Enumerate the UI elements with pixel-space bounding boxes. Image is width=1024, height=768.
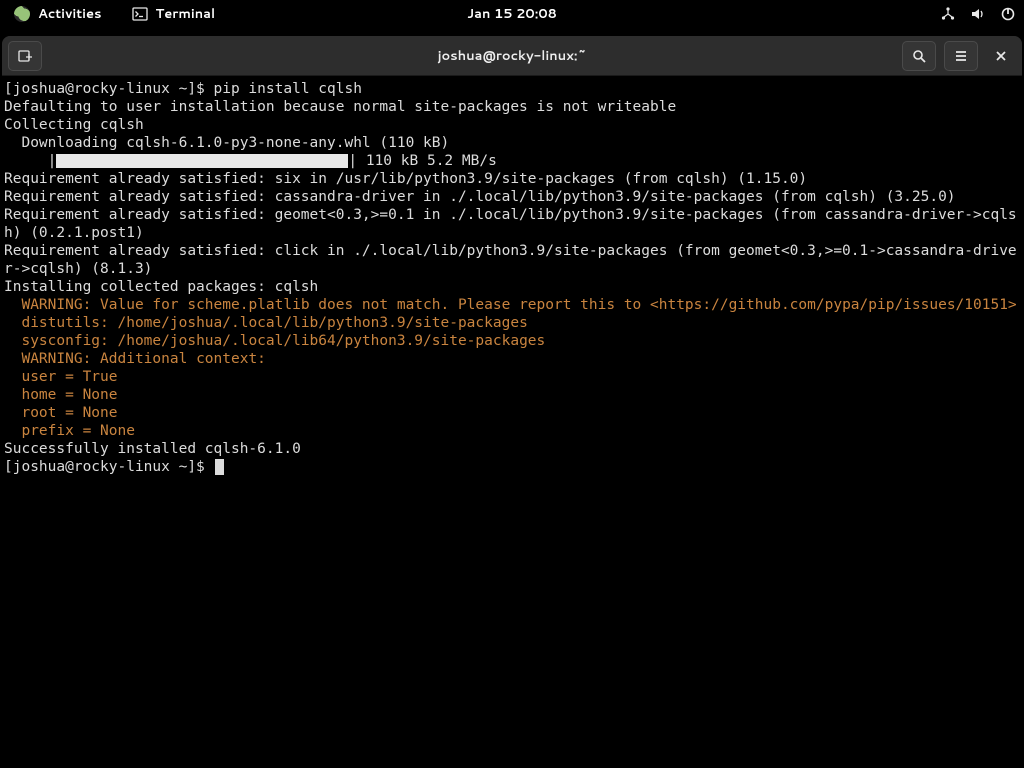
warning-line: home = None bbox=[4, 386, 1020, 404]
clock-button[interactable]: Jan 15 20:08 bbox=[467, 5, 557, 23]
search-button[interactable] bbox=[902, 41, 936, 71]
new-tab-icon bbox=[17, 48, 33, 64]
terminal-line: | | 110 kB 5.2 MB/s bbox=[4, 152, 1020, 170]
warning-line: user = True bbox=[4, 368, 1020, 386]
window-titlebar[interactable]: joshua@rocky-linux:~ bbox=[2, 36, 1022, 76]
new-tab-button[interactable] bbox=[8, 41, 42, 71]
terminal-line: Defaulting to user installation because … bbox=[4, 98, 1020, 116]
activities-label: Activities bbox=[38, 5, 102, 23]
activities-button[interactable]: Activities bbox=[8, 3, 108, 25]
terminal-window: joshua@rocky-linux:~ [joshua@rocky-linux… bbox=[2, 36, 1022, 768]
gnome-topbar: Activities Terminal Jan 15 20:08 bbox=[0, 0, 1024, 28]
terminal-line: Downloading cqlsh-6.1.0-py3-none-any.whl… bbox=[4, 134, 1020, 152]
terminal-body[interactable]: [joshua@rocky-linux ~]$ pip install cqls… bbox=[2, 76, 1022, 768]
warning-line: WARNING: Value for scheme.platlib does n… bbox=[4, 296, 1020, 314]
terminal-line: Requirement already satisfied: six in /u… bbox=[4, 170, 1020, 188]
active-app-label: Terminal bbox=[156, 5, 216, 23]
warning-line: distutils: /home/joshua/.local/lib/pytho… bbox=[4, 314, 1020, 332]
volume-icon[interactable] bbox=[970, 6, 986, 22]
progress-suffix: | 110 kB 5.2 MB/s bbox=[348, 153, 496, 169]
close-icon bbox=[993, 48, 1009, 64]
power-icon[interactable] bbox=[1000, 6, 1016, 22]
warning-line: prefix = None bbox=[4, 422, 1020, 440]
terminal-line: [joshua@rocky-linux ~]$ bbox=[4, 458, 1020, 476]
close-button[interactable] bbox=[986, 41, 1016, 71]
terminal-line: Installing collected packages: cqlsh bbox=[4, 278, 1020, 296]
search-icon bbox=[911, 48, 927, 64]
menu-button[interactable] bbox=[944, 41, 978, 71]
download-progress-bar bbox=[56, 154, 348, 168]
terminal-line: [joshua@rocky-linux ~]$ pip install cqls… bbox=[4, 80, 1020, 98]
active-app-button[interactable]: Terminal bbox=[126, 3, 222, 25]
hamburger-icon bbox=[953, 48, 969, 64]
progress-prefix: | bbox=[4, 153, 56, 169]
warning-line: WARNING: Additional context: bbox=[4, 350, 1020, 368]
terminal-line: Successfully installed cqlsh-6.1.0 bbox=[4, 440, 1020, 458]
shell-command: pip install cqlsh bbox=[214, 81, 362, 97]
terminal-line: Requirement already satisfied: cassandra… bbox=[4, 188, 1020, 206]
terminal-line: Requirement already satisfied: click in … bbox=[4, 242, 1020, 278]
gnome-logo-icon bbox=[14, 6, 30, 22]
window-title: joshua@rocky-linux:~ bbox=[438, 47, 587, 65]
terminal-line: Collecting cqlsh bbox=[4, 116, 1020, 134]
terminal-icon bbox=[132, 6, 148, 22]
warning-line: root = None bbox=[4, 404, 1020, 422]
shell-prompt: [joshua@rocky-linux ~]$ bbox=[4, 81, 214, 97]
terminal-line: Requirement already satisfied: geomet<0.… bbox=[4, 206, 1020, 242]
shell-prompt: [joshua@rocky-linux ~]$ bbox=[4, 459, 214, 475]
warning-line: sysconfig: /home/joshua/.local/lib64/pyt… bbox=[4, 332, 1020, 350]
terminal-cursor bbox=[215, 459, 224, 475]
network-icon[interactable] bbox=[940, 6, 956, 22]
